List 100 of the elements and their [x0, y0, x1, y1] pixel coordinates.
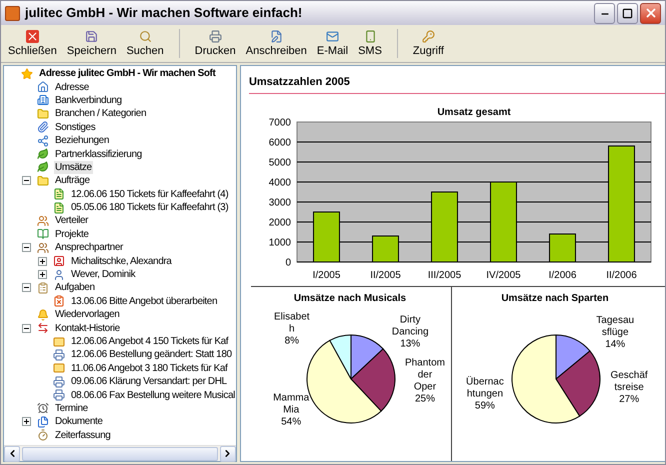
paperclip-icon — [37, 121, 49, 134]
tree-item[interactable]: 11.06.06 Angebot 3 180 Tickets für Kaf — [70, 362, 228, 375]
tree-item[interactable]: Beziehungen — [54, 134, 110, 148]
toolbar-button[interactable]: Speichern — [62, 25, 122, 62]
toolbar-button[interactable]: SMS — [353, 25, 387, 62]
tree-item[interactable]: 12.06.06 Angebot 4 150 Tickets für Kaf — [70, 335, 230, 348]
tree-item[interactable]: Partnerklassifizierung — [54, 148, 143, 161]
toolbar-button[interactable]: Anschreiben — [240, 25, 312, 62]
x-tick-label: IV/2005 — [486, 270, 521, 280]
tree-item[interactable]: Michalitschke, Alexandra — [70, 254, 172, 268]
toolbar-button[interactable]: E-Mail — [312, 25, 354, 62]
fax-icon — [53, 389, 65, 402]
tree-item[interactable]: Termine — [54, 402, 89, 415]
tree-item[interactable]: Umsätze — [54, 160, 93, 174]
tree-item[interactable]: 05.05.06 180 Tickets für Kaffeefahrt (3) — [70, 201, 230, 214]
collapse-toggle[interactable] — [22, 324, 31, 333]
panel-heading: Umsatzzahlen 2005 — [248, 74, 665, 94]
expand-toggle[interactable] — [22, 417, 31, 426]
expand-toggle[interactable] — [38, 256, 47, 266]
chart-title: Umsätze nach Sparten — [501, 292, 609, 304]
tree-item[interactable]: Branchen / Kategorien — [54, 107, 148, 120]
fax-icon — [53, 376, 65, 388]
y-tick-label: 3000 — [268, 197, 291, 208]
y-tick-label: 7000 — [268, 117, 291, 128]
tree-item[interactable]: Sonstiges — [54, 120, 96, 134]
book-icon — [37, 228, 49, 240]
x-tick-label: III/2005 — [428, 270, 462, 280]
phone-icon — [364, 30, 376, 43]
tree-item[interactable]: Adresse — [54, 80, 90, 94]
collapse-toggle[interactable] — [22, 243, 31, 252]
toolbar-button[interactable]: Drucken — [190, 25, 241, 62]
y-tick-label: 1000 — [268, 237, 291, 248]
scroll-left-button[interactable] — [4, 446, 20, 462]
tree-item[interactable]: Adresse julitec GmbH - Wir machen Soft — [38, 67, 216, 80]
documents-icon — [37, 416, 49, 428]
alarm-clock-icon — [37, 402, 49, 414]
chart-title: Umsätze nach Musicals — [294, 292, 406, 304]
slice-label: Übernac htungen 59% — [466, 376, 504, 411]
tree-item[interactable]: 08.06.06 Fax Bestellung weitere Musical — [70, 388, 236, 402]
search-icon — [138, 30, 152, 43]
clipboard-icon — [37, 282, 49, 294]
slice-label: Dirty Dancing 13% — [392, 314, 428, 349]
toolbar-button[interactable]: Zugriff — [408, 25, 449, 62]
collapse-toggle[interactable] — [22, 283, 31, 292]
mail-icon — [326, 30, 339, 43]
x-tick-label: I/2005 — [312, 270, 340, 280]
people-icon — [37, 242, 49, 254]
timer-icon — [37, 429, 49, 442]
y-tick-label: 2000 — [268, 217, 291, 228]
slice-label: Mamma Mia 54% — [273, 392, 310, 428]
tree-item[interactable]: Zeiterfassung — [54, 428, 112, 442]
close-icon — [26, 30, 39, 43]
scrollbar-thumb[interactable] — [22, 446, 218, 460]
clipboard-alert-icon — [53, 295, 65, 308]
tree-item[interactable]: Wiedervorlagen — [54, 308, 120, 322]
close-button[interactable] — [640, 2, 661, 24]
tree-item[interactable]: Kontakt-Historie — [54, 322, 121, 335]
y-tick-label: 5000 — [268, 157, 291, 168]
tree-item[interactable]: Wever, Dominik — [70, 268, 136, 282]
tree-item[interactable]: Verteiler — [54, 214, 90, 228]
tree-item[interactable]: Bankverbindung — [54, 94, 123, 107]
slice-label: Geschäf tsreise 27% — [610, 370, 648, 405]
leaf-icon — [37, 148, 49, 160]
maximize-button[interactable] — [617, 2, 638, 24]
tree-item[interactable]: 12.06.06 Bestellung geändert: Statt 180 — [70, 348, 233, 362]
horizontal-scrollbar[interactable] — [4, 445, 236, 461]
maximize-icon — [622, 8, 633, 18]
tree-item[interactable]: Aufgaben — [54, 281, 96, 294]
contact-card-icon — [53, 255, 65, 268]
toolbar-button[interactable]: Suchen — [121, 25, 169, 62]
house-icon — [37, 81, 49, 94]
fax-icon — [53, 348, 65, 361]
app-icon — [5, 6, 20, 20]
expand-toggle[interactable] — [38, 270, 47, 280]
folder-icon — [37, 108, 49, 120]
building-icon — [37, 94, 49, 106]
tree-item[interactable]: Aufträge — [54, 174, 91, 188]
printer-icon — [208, 30, 222, 43]
network-icon — [37, 134, 49, 147]
arrows-icon — [37, 322, 49, 334]
y-tick-label: 6000 — [268, 137, 291, 148]
x-tick-label: II/2005 — [370, 270, 401, 280]
x-tick-label: I/2006 — [548, 270, 576, 280]
tree-item[interactable]: Projekte — [54, 228, 90, 241]
tree-item[interactable]: 09.06.06 Klärung Versandart: per DHL — [70, 375, 228, 388]
y-tick-label: 0 — [285, 257, 291, 268]
tree-item[interactable]: Dokumente — [54, 415, 104, 428]
document-icon — [53, 202, 65, 214]
slice-label: Tagesau sflüge 14% — [596, 314, 634, 350]
toolbar-button[interactable]: Schließen — [3, 25, 62, 62]
tree-item[interactable]: 13.06.06 Bitte Angebot überarbeiten — [70, 294, 218, 308]
person-icon — [53, 268, 65, 281]
key-icon — [422, 30, 435, 43]
scroll-right-button[interactable] — [220, 446, 236, 462]
bell-icon — [37, 308, 49, 321]
tree-item[interactable]: 12.06.06 150 Tickets für Kaffeefahrt (4) — [70, 188, 230, 201]
people-icon — [37, 214, 49, 227]
tree-item[interactable]: Ansprechpartner — [54, 241, 124, 254]
save-icon — [85, 30, 98, 43]
collapse-toggle[interactable] — [22, 176, 31, 186]
